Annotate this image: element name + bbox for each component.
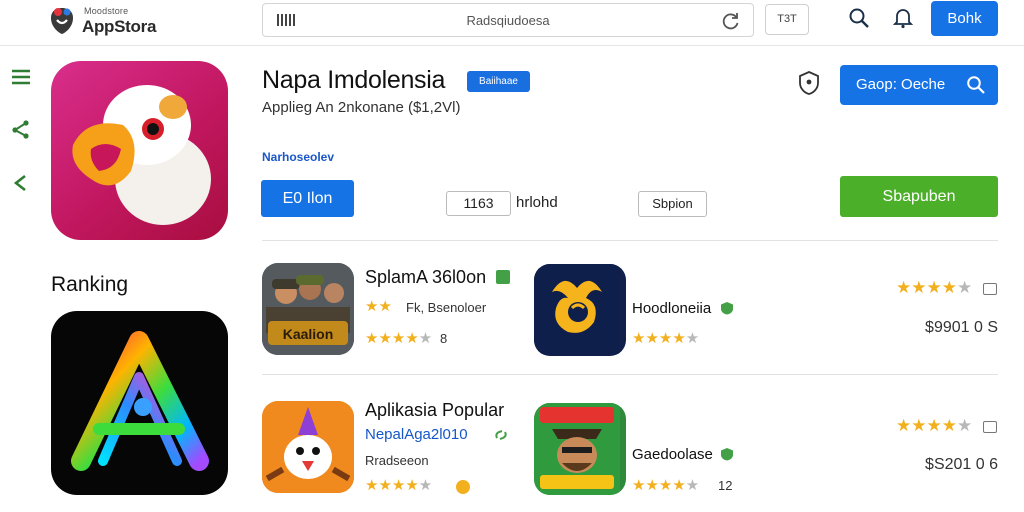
app-title-badge: Baiihaae [467,71,530,92]
count-box[interactable]: 1163 [446,191,511,216]
neon-letter-a-icon [71,331,209,471]
share-icon[interactable] [10,118,32,140]
top-header: Moodstore AppStora Radsqiudoesa T3T Bohk [0,0,1024,46]
bird-mascot-icon [72,85,211,225]
refresh-icon[interactable] [721,11,741,31]
install-button[interactable]: Sbapuben [840,176,998,217]
search-input[interactable]: Radsqiudoesa [263,13,753,28]
app-store-logo[interactable]: Moodstore AppStora [48,4,158,38]
app-price: $S201 0 6 [925,456,998,473]
divider [262,374,998,375]
app-thumbnail[interactable]: Kaalion [262,263,354,355]
option-button[interactable]: Sbpion [638,191,707,217]
count-text: hrlohd [516,194,558,211]
app-thumbnail[interactable] [534,264,626,356]
search-icon [967,76,985,94]
golden-emblem-icon [534,264,620,354]
app-name: SplamA 36l0on [365,267,487,287]
shield-icon[interactable] [797,70,821,96]
login-button[interactable]: Bohk [931,1,998,36]
compare-icon[interactable] [983,283,997,295]
search-bar[interactable]: Radsqiudoesa [262,3,754,37]
divider [262,240,998,241]
top-rating-stars: ★★★★★ [896,278,973,297]
app-category: Rradseeon [365,453,429,468]
link-icon [495,430,507,440]
logo-shield-icon [51,8,73,34]
ranking-heading: Ranking [51,273,129,296]
coin-icon [456,480,470,494]
back-icon[interactable] [10,172,32,194]
primary-search-label: Gaop: Oeche [856,76,946,93]
rating-stars: ★★★★★ [632,477,700,494]
pirate-game-icon [534,403,620,495]
app-developer[interactable]: NepalAga2l010 [365,426,468,443]
logo-tagline: Moodstore [84,6,129,16]
rating-count: 8 [440,331,448,346]
open-button[interactable]: E0 Ilon [261,180,354,217]
primary-search-button[interactable]: Gaop: Oeche [840,65,998,105]
menu-icon[interactable] [10,66,32,88]
ranking-app-icon[interactable] [51,311,228,495]
app-subtitle: Applieg An 2nkonane ($1,2Vl) [262,99,461,116]
shield-check-icon [721,448,733,461]
search-icon[interactable] [848,7,870,29]
rating-stars: ★★★★★ [632,330,700,347]
app-name: Aplikasia Popular [365,400,505,420]
app-thumbnail[interactable] [262,401,354,493]
app-thumbnail[interactable] [534,403,626,495]
language-button[interactable]: T3T [765,4,809,35]
bird-game-icon [262,401,354,493]
section-label[interactable]: Narhoseolev [262,150,334,164]
app-title: Napa Imdolensia [262,66,446,94]
verified-icon [496,270,510,284]
top-rating-stars: ★★★★★ [896,416,973,435]
featured-app-icon[interactable] [51,61,228,240]
thumb-label: Kaalion [283,326,334,342]
rating-stars: ★★★★★ [365,477,433,494]
notification-bell-icon[interactable] [892,7,914,29]
app-name: Hoodloneiia [632,300,712,317]
rating-stars: ★★★★★ [365,330,433,347]
app-name: Gaedoolase [632,446,713,463]
category-stars: ★★ [365,298,392,315]
compare-icon[interactable] [983,421,997,433]
warriors-game-icon: Kaalion [262,263,354,355]
rating-count: 12 [718,478,733,493]
app-category: Fk, Bsenoloer [406,300,487,315]
app-price: $9901 0 S [925,319,998,336]
shield-check-icon [721,302,733,315]
logo-name: AppStora [82,17,157,36]
